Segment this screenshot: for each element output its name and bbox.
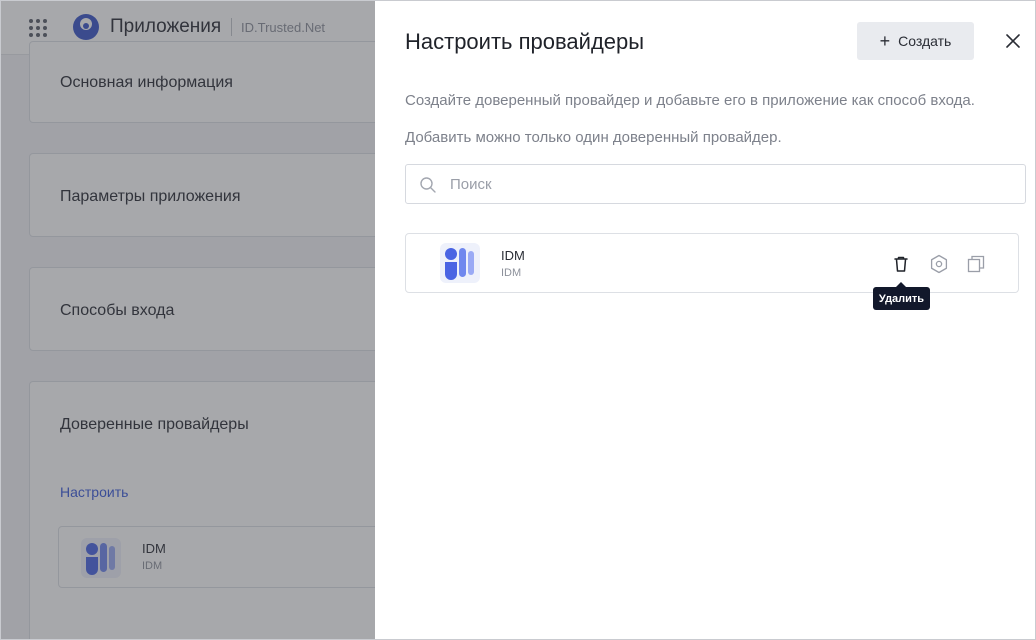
configure-providers-drawer: Настроить провайдеры + Создать Создайте … bbox=[375, 1, 1035, 639]
idm-logo-icon bbox=[440, 243, 480, 283]
app-frame: Приложения ID.Trusted.Net Основная инфор… bbox=[0, 0, 1036, 640]
provider-name: IDM bbox=[501, 248, 525, 263]
drawer-note: Добавить можно только один доверенный пр… bbox=[405, 129, 782, 146]
delete-tooltip: Удалить bbox=[873, 282, 930, 310]
drawer-description: Создайте доверенный провайдер и добавьте… bbox=[405, 92, 975, 109]
settings-icon[interactable] bbox=[928, 253, 950, 275]
plus-icon: + bbox=[879, 31, 891, 51]
search-box bbox=[405, 164, 1026, 204]
search-input[interactable] bbox=[450, 165, 1010, 203]
provider-row[interactable]: IDM IDM bbox=[405, 233, 1019, 293]
close-icon[interactable] bbox=[1003, 31, 1023, 51]
search-icon bbox=[420, 177, 436, 193]
create-button-label: Создать bbox=[898, 33, 952, 49]
trash-icon[interactable] bbox=[890, 253, 912, 275]
drawer-title: Настроить провайдеры bbox=[405, 29, 645, 54]
create-button[interactable]: + Создать bbox=[857, 22, 974, 60]
copy-icon[interactable] bbox=[965, 253, 987, 275]
provider-subtitle: IDM bbox=[501, 267, 522, 279]
